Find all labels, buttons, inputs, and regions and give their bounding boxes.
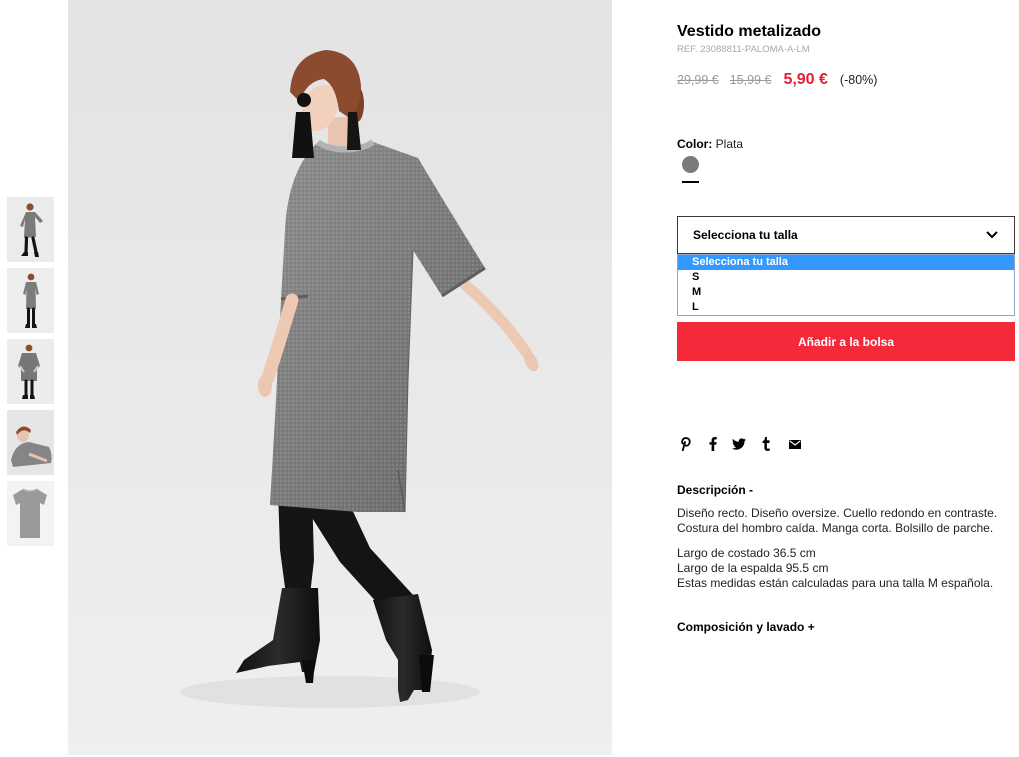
mail-icon[interactable] bbox=[789, 440, 801, 449]
thumbnail-4[interactable] bbox=[7, 410, 54, 475]
price-row: 29,99 € 15,99 € 5,90 € (-80%) bbox=[677, 71, 877, 93]
color-label: Color: Plata bbox=[677, 136, 743, 152]
selected-swatch-underline bbox=[682, 181, 699, 183]
description-toggle[interactable]: Descripción - bbox=[677, 482, 753, 498]
description-line: Diseño recto. Diseño oversize. Cuello re… bbox=[677, 506, 998, 520]
thumbnail-5[interactable] bbox=[7, 481, 54, 546]
discount-badge: (-80%) bbox=[839, 73, 878, 87]
thumbnail-3[interactable] bbox=[7, 339, 54, 404]
thumbnail-image bbox=[7, 268, 54, 333]
color-swatch[interactable] bbox=[682, 156, 699, 173]
facebook-icon[interactable] bbox=[709, 437, 717, 451]
chevron-down-icon bbox=[986, 231, 998, 239]
color-label-title: Color: bbox=[677, 137, 713, 151]
product-reference: REF. 23088811-PALOMA-A-LM bbox=[677, 44, 810, 55]
tumblr-icon[interactable] bbox=[762, 437, 771, 451]
add-to-bag-button[interactable]: Añadir a la bolsa bbox=[677, 322, 1015, 361]
model-photo bbox=[68, 0, 612, 755]
thumbnail-image bbox=[7, 197, 54, 262]
composition-toggle[interactable]: Composición y lavado + bbox=[677, 619, 815, 635]
description-line: Largo de la espalda 95.5 cm bbox=[677, 561, 829, 575]
size-select-value: Selecciona tu talla bbox=[693, 228, 798, 242]
product-page: Vestido metalizado REF. 23088811-PALOMA-… bbox=[0, 0, 1019, 757]
thumbnail-image bbox=[7, 339, 54, 404]
description-line: Estas medidas están calculadas para una … bbox=[677, 576, 994, 590]
sale-price: 5,90 € bbox=[783, 71, 828, 88]
description-paragraph: Diseño recto. Diseño oversize. Cuello re… bbox=[677, 506, 997, 536]
size-option[interactable]: M bbox=[678, 285, 1014, 300]
thumbnail-image bbox=[7, 481, 54, 546]
thumbnail-strip bbox=[7, 197, 54, 552]
original-price: 29,99 € bbox=[677, 73, 719, 87]
size-option[interactable]: L bbox=[678, 300, 1014, 315]
thumbnail-image bbox=[7, 410, 54, 475]
size-option[interactable]: Selecciona tu talla bbox=[678, 255, 1014, 270]
thumbnail-1[interactable] bbox=[7, 197, 54, 262]
description-line: Largo de costado 36.5 cm bbox=[677, 546, 816, 560]
product-title: Vestido metalizado bbox=[677, 23, 822, 40]
size-dropdown-list: Selecciona tu talla S M L bbox=[677, 254, 1015, 316]
measurements-paragraph: Largo de costado 36.5 cm Largo de la esp… bbox=[677, 546, 993, 591]
pinterest-icon[interactable] bbox=[679, 437, 691, 451]
color-value: Plata bbox=[715, 137, 744, 151]
size-option[interactable]: S bbox=[678, 270, 1014, 285]
description-line: Costura del hombro caída. Manga corta. B… bbox=[677, 521, 994, 535]
thumbnail-2[interactable] bbox=[7, 268, 54, 333]
product-main-image[interactable] bbox=[68, 0, 612, 755]
size-select[interactable]: Selecciona tu talla bbox=[677, 216, 1015, 254]
previous-price: 15,99 € bbox=[729, 73, 772, 87]
twitter-icon[interactable] bbox=[732, 438, 746, 450]
